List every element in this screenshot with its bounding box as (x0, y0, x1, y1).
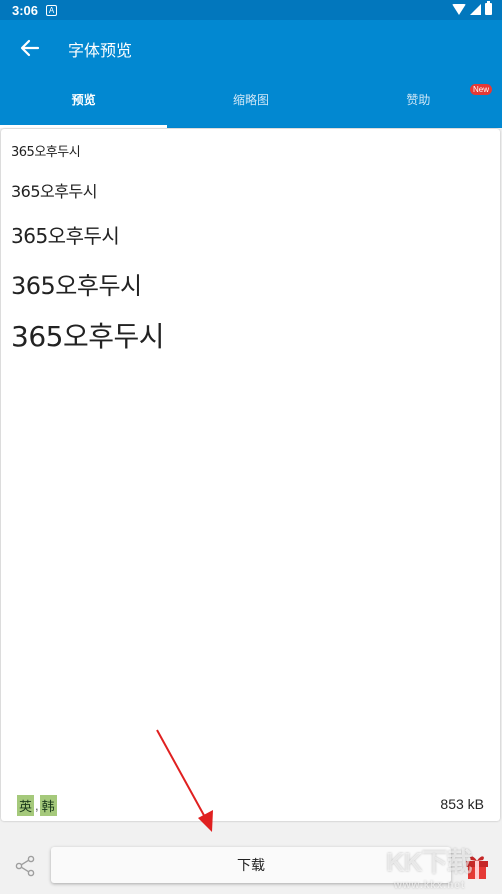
sample-text-size-2: 365오후두시 (11, 182, 97, 201)
status-icons (452, 1, 492, 15)
sample-text-size-5: 365오후두시 (11, 320, 164, 353)
language-tag-korean: 韩 (39, 795, 57, 816)
tab-label: 赞助 (406, 93, 431, 107)
signal-icon (470, 3, 481, 15)
gift-button[interactable] (464, 852, 490, 880)
back-button[interactable] (14, 32, 46, 64)
download-label: 下载 (237, 857, 265, 873)
tab-label: 缩略图 (232, 93, 269, 107)
sample-text-size-1: 365오후두시 (11, 145, 81, 160)
arrow-back-icon (20, 39, 40, 57)
notification-icon: A (46, 5, 57, 16)
app-bar: 字体预览 预览 缩略图 赞助 New (0, 20, 502, 128)
file-size: 853 kB (440, 796, 484, 812)
status-bar: 3:06 A (0, 0, 502, 20)
status-time: 3:06 (12, 3, 39, 18)
sample-text-size-4: 365오후두시 (11, 272, 142, 300)
language-separator: , (35, 798, 39, 813)
language-tags: 英 , 韩 (17, 795, 57, 816)
share-icon (15, 855, 35, 877)
new-badge: New (469, 84, 492, 95)
tab-label: 预览 (71, 93, 96, 107)
language-tag-english: 英 (17, 795, 35, 816)
tab-sponsor[interactable]: 赞助 New (335, 78, 502, 128)
share-button[interactable] (14, 855, 36, 877)
tab-thumbnail[interactable]: 缩略图 (167, 78, 334, 128)
wifi-icon (452, 3, 466, 15)
tab-preview[interactable]: 预览 (0, 78, 168, 128)
battery-icon (485, 1, 492, 15)
page-title: 字体预览 (68, 43, 133, 60)
tab-bar: 预览 缩略图 赞助 New (0, 78, 502, 128)
download-button[interactable]: 下载 (51, 847, 451, 883)
font-preview-panel: 365오후두시 365오후두시 365오후두시 365오후두시 365오후두시 … (1, 129, 500, 821)
bottom-action-bar: 下载 (0, 823, 502, 894)
gift-icon (466, 856, 488, 879)
sample-text-size-3: 365오후두시 (11, 224, 120, 248)
